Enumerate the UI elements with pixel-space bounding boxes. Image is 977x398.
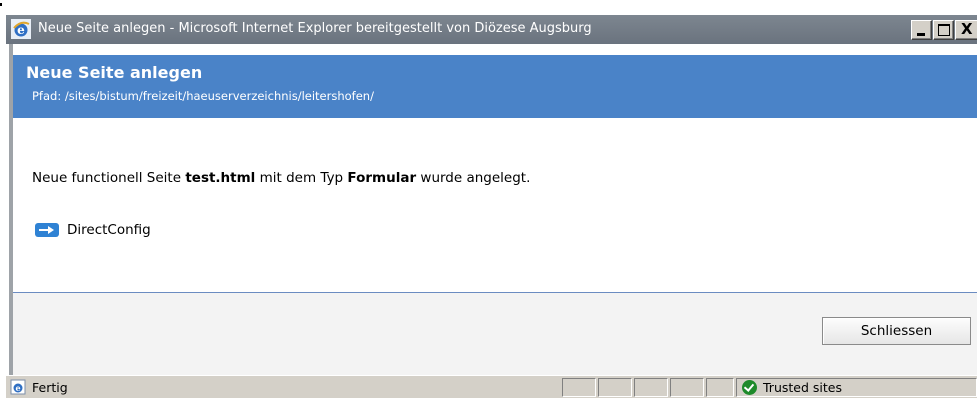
- close-button[interactable]: Schliessen: [822, 317, 971, 345]
- status-bar: e Fertig Trusted sites: [6, 375, 977, 398]
- message-suffix: wurde angelegt.: [416, 170, 531, 186]
- status-pane: [634, 378, 668, 397]
- directconfig-label: DirectConfig: [67, 222, 151, 238]
- message-middle: mit dem Typ: [255, 170, 348, 186]
- status-pane: [562, 378, 596, 397]
- window-title: Neue Seite anlegen - Microsoft Internet …: [38, 21, 592, 36]
- message-type: Formular: [347, 170, 417, 186]
- directconfig-link[interactable]: DirectConfig: [35, 222, 151, 238]
- dialog-header: Neue Seite anlegen Pfad: /sites/bistum/f…: [13, 55, 977, 118]
- dialog-title: Neue Seite anlegen: [26, 63, 203, 82]
- message-area: Neue functionell Seite test.html mit dem…: [13, 118, 977, 292]
- status-text: Fertig: [32, 380, 68, 395]
- close-icon: X: [961, 20, 973, 38]
- arrow-right-icon: [35, 223, 59, 237]
- svg-text:e: e: [15, 383, 20, 393]
- message-prefix: Neue functionell Seite: [32, 170, 186, 186]
- minimize-button[interactable]: [911, 20, 932, 40]
- ie-dialog-window: e Neue Seite anlegen - Microsoft Interne…: [0, 0, 977, 398]
- ie-logo-icon: e: [11, 19, 31, 39]
- security-zone: Trusted sites: [763, 380, 842, 395]
- ie-page-icon: e: [10, 379, 26, 395]
- maximize-button[interactable]: [933, 20, 954, 40]
- confirmation-message: Neue functionell Seite test.html mit dem…: [32, 170, 530, 186]
- status-pane: [706, 378, 734, 397]
- message-filename: test.html: [185, 170, 256, 186]
- close-window-button[interactable]: X: [955, 20, 977, 40]
- title-bar[interactable]: e Neue Seite anlegen - Microsoft Interne…: [6, 15, 977, 44]
- edge-mark: [0, 3, 2, 6]
- trusted-check-icon: [742, 380, 757, 395]
- status-pane: [598, 378, 632, 397]
- status-pane: [670, 378, 704, 397]
- dialog-footer: Schliessen: [13, 293, 977, 375]
- dialog-path: Pfad: /sites/bistum/freizeit/haeuserverz…: [32, 89, 374, 103]
